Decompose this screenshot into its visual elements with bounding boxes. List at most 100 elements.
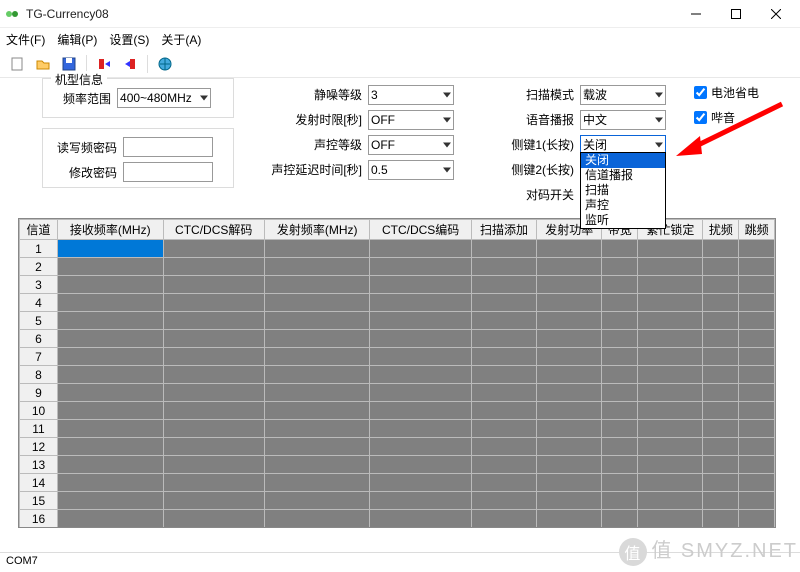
channel-grid[interactable]: 信道接收频率(MHz)CTC/DCS解码发射频率(MHz)CTC/DCS编码扫描… [18, 218, 776, 528]
row-header[interactable]: 14 [20, 474, 58, 492]
grid-cell[interactable] [471, 420, 536, 438]
grid-cell[interactable] [163, 330, 264, 348]
minimize-button[interactable] [676, 2, 716, 26]
grid-cell[interactable] [703, 294, 739, 312]
table-row[interactable]: 6 [20, 330, 775, 348]
grid-cell[interactable] [602, 438, 638, 456]
side1-dropdown[interactable]: 关闭信道播报扫描声控监听 [580, 152, 666, 229]
grid-cell[interactable] [739, 492, 775, 510]
grid-cell[interactable] [370, 492, 471, 510]
grid-cell[interactable] [638, 402, 703, 420]
grid-cell[interactable] [537, 240, 602, 258]
grid-cell[interactable] [58, 438, 164, 456]
grid-cell[interactable] [264, 402, 370, 420]
grid-cell[interactable] [471, 348, 536, 366]
grid-cell[interactable] [163, 366, 264, 384]
row-header[interactable]: 3 [20, 276, 58, 294]
grid-cell[interactable] [264, 456, 370, 474]
table-row[interactable]: 1 [20, 240, 775, 258]
grid-cell[interactable] [602, 294, 638, 312]
grid-cell[interactable] [602, 348, 638, 366]
dropdown-option[interactable]: 扫描 [581, 183, 665, 198]
column-header[interactable]: 跳频 [739, 220, 775, 240]
grid-cell[interactable] [739, 438, 775, 456]
table-row[interactable]: 5 [20, 312, 775, 330]
grid-cell[interactable] [370, 456, 471, 474]
freq-range-select[interactable] [117, 88, 211, 108]
grid-cell[interactable] [264, 258, 370, 276]
menu-file[interactable]: 文件(F) [6, 31, 45, 48]
row-header[interactable]: 5 [20, 312, 58, 330]
grid-cell[interactable] [739, 474, 775, 492]
grid-cell[interactable] [264, 276, 370, 294]
grid-cell[interactable] [471, 510, 536, 528]
grid-cell[interactable] [739, 348, 775, 366]
grid-cell[interactable] [537, 312, 602, 330]
table-row[interactable]: 8 [20, 366, 775, 384]
grid-cell[interactable] [163, 402, 264, 420]
grid-cell[interactable] [703, 330, 739, 348]
grid-cell[interactable] [739, 312, 775, 330]
grid-cell[interactable] [58, 258, 164, 276]
row-header[interactable]: 2 [20, 258, 58, 276]
grid-cell[interactable] [602, 330, 638, 348]
table-row[interactable]: 2 [20, 258, 775, 276]
grid-cell[interactable] [370, 348, 471, 366]
grid-cell[interactable] [703, 456, 739, 474]
column-header[interactable]: 接收频率(MHz) [58, 220, 164, 240]
grid-cell[interactable] [602, 312, 638, 330]
grid-cell[interactable] [739, 276, 775, 294]
grid-cell[interactable] [602, 474, 638, 492]
menu-edit[interactable]: 编辑(P) [57, 31, 97, 48]
menu-settings[interactable]: 设置(S) [109, 31, 149, 48]
grid-cell[interactable] [471, 312, 536, 330]
grid-cell[interactable] [370, 366, 471, 384]
grid-cell[interactable] [264, 312, 370, 330]
grid-cell[interactable] [638, 456, 703, 474]
grid-cell[interactable] [638, 438, 703, 456]
grid-cell[interactable] [58, 402, 164, 420]
grid-cell[interactable] [58, 312, 164, 330]
grid-cell[interactable] [163, 420, 264, 438]
grid-cell[interactable] [370, 240, 471, 258]
dropdown-option[interactable]: 信道播报 [581, 168, 665, 183]
grid-cell[interactable] [638, 384, 703, 402]
grid-cell[interactable] [264, 348, 370, 366]
row-header[interactable]: 6 [20, 330, 58, 348]
grid-cell[interactable] [537, 420, 602, 438]
modify-pwd-input[interactable] [123, 162, 213, 182]
txlimit-select[interactable] [368, 110, 454, 130]
voiceprompt-select[interactable] [580, 110, 666, 130]
grid-cell[interactable] [703, 366, 739, 384]
grid-cell[interactable] [638, 294, 703, 312]
grid-cell[interactable] [58, 348, 164, 366]
grid-cell[interactable] [58, 240, 164, 258]
table-row[interactable]: 13 [20, 456, 775, 474]
grid-cell[interactable] [638, 420, 703, 438]
grid-cell[interactable] [264, 366, 370, 384]
table-row[interactable]: 16 [20, 510, 775, 528]
grid-cell[interactable] [739, 420, 775, 438]
grid-cell[interactable] [58, 330, 164, 348]
grid-cell[interactable] [471, 240, 536, 258]
grid-cell[interactable] [370, 312, 471, 330]
grid-cell[interactable] [537, 294, 602, 312]
grid-cell[interactable] [602, 420, 638, 438]
grid-cell[interactable] [264, 420, 370, 438]
row-header[interactable]: 15 [20, 492, 58, 510]
grid-cell[interactable] [58, 492, 164, 510]
column-header[interactable]: 扰频 [703, 220, 739, 240]
grid-cell[interactable] [703, 420, 739, 438]
grid-cell[interactable] [163, 312, 264, 330]
voxdelay-select[interactable] [368, 160, 454, 180]
grid-cell[interactable] [638, 258, 703, 276]
grid-cell[interactable] [537, 474, 602, 492]
grid-cell[interactable] [638, 492, 703, 510]
grid-cell[interactable] [638, 330, 703, 348]
grid-cell[interactable] [638, 366, 703, 384]
row-header[interactable]: 12 [20, 438, 58, 456]
grid-cell[interactable] [370, 420, 471, 438]
grid-cell[interactable] [58, 456, 164, 474]
dropdown-option[interactable]: 关闭 [581, 153, 665, 168]
grid-cell[interactable] [537, 366, 602, 384]
